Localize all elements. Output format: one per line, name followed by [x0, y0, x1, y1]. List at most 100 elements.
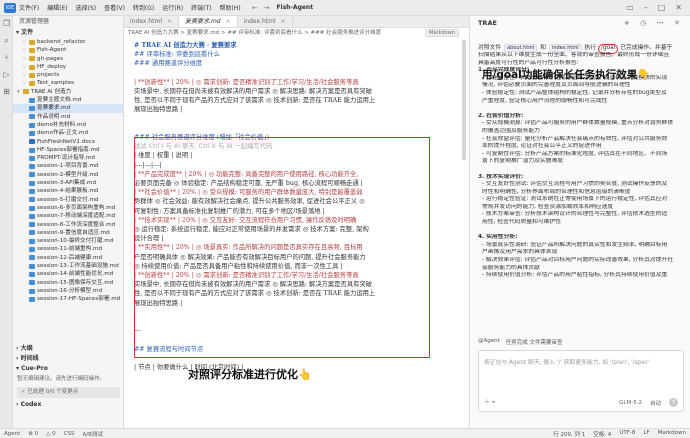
tree-file[interactable]: session-3-API集成.md — [13, 179, 123, 187]
tab-index-html[interactable]: index.html × — [124, 16, 180, 27]
menu-terminal[interactable]: 终端(T) — [191, 3, 211, 12]
tree-folder[interactable]: › gh-pages — [13, 55, 123, 63]
menu-run[interactable]: 运行(R) — [162, 3, 183, 12]
status-css[interactable]: CSS — [64, 431, 75, 437]
model-select[interactable]: GLM-5.2 — [619, 400, 642, 406]
tree-file[interactable]: PROMPT-设计指导.md — [13, 154, 123, 162]
code-line[interactable] — [134, 115, 462, 124]
tree-item-label: session-4-结果展板.md — [37, 188, 99, 195]
tree-folder[interactable]: ▾ TRAE AI 创造力 — [13, 88, 123, 96]
status-errors[interactable]: ⊗ 0 — [28, 431, 38, 437]
close-tab-icon[interactable]: × — [167, 18, 172, 25]
run-debug-icon[interactable]: ▷ — [0, 70, 13, 84]
code-line[interactable]: 实场景中, 长期存在但尚未被有效解决的用户需求 ◎ 解决思路: 解决方案是否具有… — [134, 87, 462, 96]
status-cursor[interactable]: 行 209, 列 1 — [553, 430, 585, 438]
close-tab-icon[interactable]: × — [281, 18, 286, 25]
tree-file[interactable]: session-5-打磨交付.md — [13, 196, 123, 204]
tree-file[interactable]: 作品说明.md — [13, 113, 123, 121]
tree-file[interactable]: session-10-最终交付打磨.md — [13, 237, 123, 245]
code-line[interactable] — [134, 69, 462, 78]
tree-file[interactable]: session-6-多页面架构重构.md — [13, 204, 123, 212]
tree-file[interactable]: 复赛主题文档.md — [13, 96, 123, 104]
tree-folder[interactable]: › backend_refactor — [13, 38, 123, 46]
code-line[interactable]: | **创新性** | 20% | ◎ 需求创新: 是否精准识别了工作/学习/生… — [134, 78, 462, 87]
section-outline[interactable]: › 大纲 — [13, 344, 123, 354]
tree-file[interactable]: HF-Spaces部署指南.md — [13, 146, 123, 154]
tree-file[interactable]: session-8-工作流深度整合.md — [13, 221, 123, 229]
send-icon[interactable]: ↑ — [669, 398, 678, 407]
tree-file[interactable]: demo作品-正文.md — [13, 129, 123, 137]
chat-input[interactable]: 按正在与 Agent 聊天, 输入 '/' 获取更多能力, 如 '/plan',… — [478, 350, 684, 412]
markdown-mode-badge[interactable]: Markdown — [425, 29, 459, 37]
tree-file[interactable]: session-11-前端重构.md — [13, 245, 123, 253]
chat-input-placeholder[interactable]: 按正在与 Agent 聊天, 输入 '/' 获取更多能力, 如 '/plan',… — [479, 351, 683, 372]
maximize-icon[interactable]: □ — [658, 3, 666, 12]
tree-folder[interactable]: › Fish-Agent — [13, 46, 123, 54]
file-chip-about[interactable]: about.html — [504, 44, 538, 52]
menu-file[interactable]: 文件(F) — [19, 3, 39, 12]
tree-file[interactable]: session-15-图像保存交互.md — [13, 279, 123, 287]
markdown-file-icon — [29, 288, 35, 294]
status-indent[interactable]: 空格: 4 — [593, 430, 611, 438]
tree-file[interactable]: session-17-HF-Spaces部署.md — [13, 295, 123, 303]
tree-folder[interactable]: › projects — [13, 71, 123, 79]
editor-tabs: index.html × 复赛要求.md × index.html × — [124, 16, 469, 28]
tree-folder[interactable]: › Test_samples — [13, 79, 123, 87]
code-line[interactable]: ### 通用赛道评分维度 — [134, 59, 462, 68]
tree-file[interactable]: session-12-后端健康.md — [13, 254, 123, 262]
menu-edit[interactable]: 编辑(E) — [47, 3, 67, 12]
menu-go[interactable]: 转到(G) — [133, 3, 154, 12]
mode-select[interactable]: 自动 — [650, 399, 661, 407]
status-encoding[interactable]: UTF-8 — [619, 430, 635, 438]
tree-file[interactable]: session-4-结果展板.md — [13, 187, 123, 195]
close-tab-icon[interactable]: × — [226, 18, 231, 25]
agent-tag[interactable]: @Agent — [478, 338, 500, 346]
back-arrow-icon[interactable]: ← — [252, 4, 258, 12]
tree-folder[interactable]: › HF_deploy — [13, 63, 123, 71]
editor-scrollbar[interactable] — [462, 40, 466, 160]
tree-file[interactable]: session-16-分析模型.md — [13, 287, 123, 295]
menu-view[interactable]: 查看(V) — [104, 3, 125, 12]
code-line[interactable]: 展现出独特思路 | — [134, 105, 462, 114]
section-timeline[interactable]: › 时间线 — [13, 354, 123, 364]
status-ab[interactable]: A/B测试 — [82, 430, 102, 438]
status-warnings[interactable]: △ 0 — [46, 431, 55, 437]
section-cue-pro[interactable]: ▾ Cue-Pro — [13, 364, 123, 374]
response-line: - 解决效果评估: 评估产品对目标用户问题的实际改善效果, 分析其对提升社 — [482, 257, 674, 264]
section-files[interactable]: ▾ 文件 — [13, 28, 123, 38]
code-line[interactable]: # TRAE AI 创造力大赛 · 复赛要求 — [134, 41, 462, 50]
menu-help[interactable]: 帮助(H) — [219, 3, 240, 12]
section-codex[interactable]: › Codex — [13, 400, 123, 410]
tree-file[interactable]: FishFreshNetV1.docx — [13, 138, 123, 146]
tree-file[interactable]: demo补充材料.md — [13, 121, 123, 129]
search-icon[interactable]: ⌕ — [0, 36, 13, 50]
source-control-icon[interactable]: ⑂ — [0, 53, 13, 67]
close-icon[interactable]: ✕ — [675, 3, 682, 12]
tree-file[interactable]: session-9-置信度自适应.md — [13, 229, 123, 237]
tree-file[interactable]: session-13-工作流基础设施.md — [13, 262, 123, 270]
layout-icon[interactable]: ▭ — [626, 3, 634, 12]
attach-icon[interactable]: ＋ ⌖ — [484, 397, 495, 407]
code-line[interactable]: ## 评审标准: 评委到底看什么 — [134, 50, 462, 59]
tree-file[interactable]: 复赛要求.md — [13, 104, 123, 113]
menu-select[interactable]: 选择(S) — [76, 3, 97, 12]
trae-header-icons[interactable]: + ◷ ⋯ ✕ — [624, 16, 684, 30]
files-icon[interactable]: ❐ — [0, 19, 13, 33]
code-line[interactable] — [134, 124, 462, 133]
project-name[interactable]: Fish-Agent — [276, 4, 313, 11]
code-line[interactable]: 性, 是否以不同于现有产品的方式应对了该需求 ◎ 技术创新: 是否在 TRAE … — [134, 96, 462, 105]
tree-file[interactable]: session-14-前端性能优化.md — [13, 270, 123, 278]
status-eol[interactable]: LF — [643, 430, 649, 438]
status-language[interactable]: Markdown — [658, 430, 686, 438]
minimize-icon[interactable]: – — [644, 3, 648, 12]
tree-file[interactable]: session-7-移动端深度适配.md — [13, 212, 123, 220]
task-tag[interactable]: 任务完成 文件需要审查 — [506, 338, 563, 346]
tree-file[interactable]: session-1-项目背景.md — [13, 162, 123, 170]
file-chip-index[interactable]: index.html — [548, 44, 582, 52]
tab-requirements-md[interactable]: 复赛要求.md × — [179, 16, 238, 27]
forward-arrow-icon[interactable]: → — [264, 4, 270, 12]
tree-file[interactable]: session-2-模型升级.md — [13, 171, 123, 179]
extensions-icon[interactable]: ⊞ — [0, 87, 13, 101]
tab-index-html-2[interactable]: index.html × — [238, 16, 293, 27]
status-agent[interactable]: Agent — [4, 431, 20, 437]
